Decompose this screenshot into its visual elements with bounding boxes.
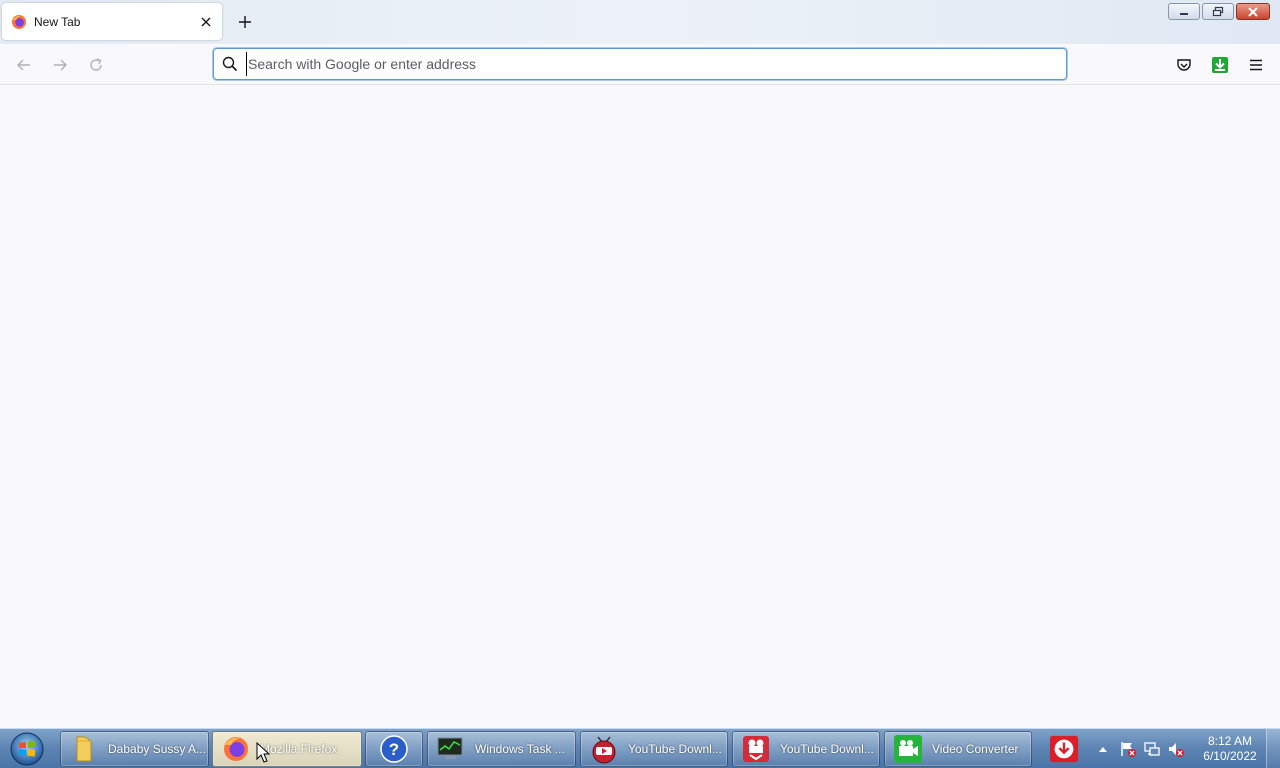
clock-date: 6/10/2022 [1203, 749, 1257, 763]
download-extension-button[interactable] [1209, 54, 1231, 76]
forward-button[interactable] [48, 53, 72, 77]
arrow-right-icon [54, 59, 67, 71]
new-tab-page [0, 85, 1280, 728]
action-center-flag-icon[interactable] [1119, 740, 1137, 758]
reload-icon [90, 58, 102, 71]
folder-icon [69, 734, 99, 764]
help-icon: ? [379, 734, 409, 764]
show-desktop-button[interactable] [1266, 729, 1280, 768]
restore-button[interactable] [1202, 3, 1234, 20]
window-controls [1168, 3, 1270, 20]
reload-button[interactable] [84, 53, 108, 77]
taskbar-button-firefox[interactable]: Mozilla Firefox [212, 731, 362, 767]
search-input[interactable] [246, 52, 1066, 76]
firefox-icon [11, 14, 27, 30]
taskbar-button-youtube-downloader-1[interactable]: YouTube Downl... [580, 731, 728, 767]
taskbar-pinned-downloader[interactable] [1039, 731, 1089, 767]
taskbar-button-label: Windows Task ... [475, 742, 565, 756]
windows-orb-icon [10, 732, 44, 766]
taskbar-button-label: Video Converter [932, 742, 1019, 756]
show-hidden-icons-arrow[interactable] [1097, 740, 1109, 758]
hamburger-menu-icon [1250, 59, 1262, 71]
taskbar-button-explorer[interactable]: Dababy Sussy A... [60, 731, 209, 767]
download-arrow-icon [1049, 734, 1079, 764]
minimize-button[interactable] [1168, 3, 1200, 20]
video-camera-icon [893, 734, 923, 764]
minimize-icon [1180, 12, 1188, 15]
youtube-downloader-icon [589, 734, 619, 764]
browser-tab-strip: New Tab [0, 0, 1280, 44]
system-tray [1097, 729, 1191, 768]
new-tab-button[interactable] [233, 10, 257, 34]
taskbar-button-label: YouTube Downl... [780, 742, 874, 756]
window-close-button[interactable] [1236, 3, 1270, 20]
youtube-downloader-red-icon [741, 734, 771, 764]
svg-text:?: ? [389, 740, 399, 759]
taskbar-button-help[interactable]: ? [365, 731, 423, 767]
network-icon[interactable] [1143, 740, 1161, 758]
task-manager-icon [436, 734, 466, 764]
pocket-icon [1177, 59, 1191, 71]
taskbar-button-video-converter[interactable]: Video Converter [884, 731, 1032, 767]
clock-time: 8:12 AM [1207, 734, 1253, 748]
start-button[interactable] [2, 730, 52, 768]
arrow-left-icon [17, 59, 30, 71]
plus-icon [239, 16, 251, 28]
address-bar[interactable] [213, 48, 1067, 80]
volume-muted-icon[interactable] [1167, 740, 1185, 758]
back-button[interactable] [12, 53, 36, 77]
taskbar-button-youtube-downloader-2[interactable]: YouTube Downl... [732, 731, 880, 767]
navigation-toolbar [0, 44, 1280, 85]
download-extension-icon [1212, 57, 1228, 73]
close-icon [1248, 6, 1258, 17]
tab-title: New Tab [34, 14, 81, 29]
menu-button[interactable] [1245, 54, 1267, 76]
search-icon [222, 56, 238, 72]
taskbar-button-label: Dababy Sussy A... [108, 742, 207, 756]
firefox-icon [221, 734, 251, 764]
system-clock[interactable]: 8:12 AM 6/10/2022 [1196, 734, 1264, 764]
taskbar-button-label: Mozilla Firefox [260, 742, 338, 756]
tab-new-tab[interactable]: New Tab [2, 3, 222, 40]
close-icon[interactable] [198, 14, 214, 30]
windows-taskbar: Dababy Sussy A... Mozilla Firefox ? Wind… [0, 728, 1280, 768]
restore-icon [1212, 6, 1224, 16]
taskbar-button-task-manager[interactable]: Windows Task ... [427, 731, 576, 767]
mouse-cursor-icon [256, 742, 270, 763]
taskbar-button-label: YouTube Downl... [628, 742, 722, 756]
pocket-button[interactable] [1173, 54, 1195, 76]
